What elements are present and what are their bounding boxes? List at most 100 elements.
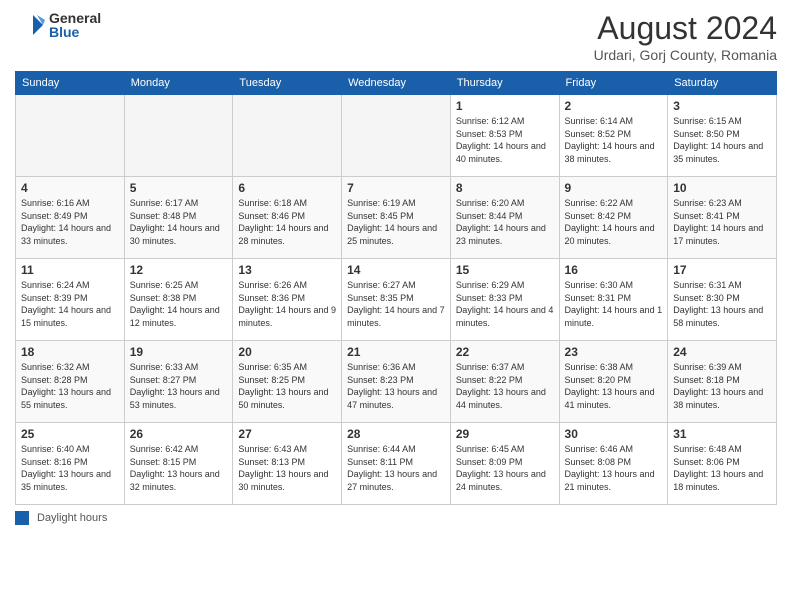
calendar-day-cell: 23 Sunrise: 6:38 AMSunset: 8:20 PMDayligh… xyxy=(559,341,668,423)
day-info: Sunrise: 6:16 AMSunset: 8:49 PMDaylight:… xyxy=(21,197,119,247)
day-info: Sunrise: 6:48 AMSunset: 8:06 PMDaylight:… xyxy=(673,443,771,493)
calendar-header-monday: Monday xyxy=(124,72,233,95)
day-info: Sunrise: 6:19 AMSunset: 8:45 PMDaylight:… xyxy=(347,197,445,247)
calendar-header-row: SundayMondayTuesdayWednesdayThursdayFrid… xyxy=(16,72,777,95)
day-info: Sunrise: 6:45 AMSunset: 8:09 PMDaylight:… xyxy=(456,443,554,493)
day-number: 13 xyxy=(238,263,336,277)
calendar-week-row: 11 Sunrise: 6:24 AMSunset: 8:39 PMDayligh… xyxy=(16,259,777,341)
day-number: 8 xyxy=(456,181,554,195)
calendar-day-cell: 12Sunrise: 6:25 AMSunset: 8:38 PMDayligh… xyxy=(124,259,233,341)
day-number: 25 xyxy=(21,427,119,441)
day-info: Sunrise: 6:33 AMSunset: 8:27 PMDaylight:… xyxy=(130,361,228,411)
day-number: 26 xyxy=(130,427,228,441)
legend-label: Daylight hours xyxy=(37,512,107,524)
calendar-header-thursday: Thursday xyxy=(450,72,559,95)
calendar-week-row: 18 Sunrise: 6:32 AMSunset: 8:28 PMDayligh… xyxy=(16,341,777,423)
calendar-week-row: 1 Sunrise: 6:12 AMSunset: 8:53 PMDaylight… xyxy=(16,95,777,177)
calendar-day-cell: 11 Sunrise: 6:24 AMSunset: 8:39 PMDayligh… xyxy=(16,259,125,341)
calendar-week-row: 4 Sunrise: 6:16 AMSunset: 8:49 PMDaylight… xyxy=(16,177,777,259)
day-number: 19 xyxy=(130,345,228,359)
day-info: Sunrise: 6:29 AMSunset: 8:33 PMDaylight:… xyxy=(456,279,554,329)
day-number: 24 xyxy=(673,345,771,359)
calendar-day-cell: 22 Sunrise: 6:37 AMSunset: 8:22 PMDayligh… xyxy=(450,341,559,423)
calendar-day-cell: 4 Sunrise: 6:16 AMSunset: 8:49 PMDaylight… xyxy=(16,177,125,259)
location: Urdari, Gorj County, Romania xyxy=(594,47,777,63)
calendar-header-tuesday: Tuesday xyxy=(233,72,342,95)
calendar-day-cell: 27 Sunrise: 6:43 AMSunset: 8:13 PMDayligh… xyxy=(233,423,342,505)
calendar-day-cell: 17Sunrise: 6:31 AMSunset: 8:30 PMDayligh… xyxy=(668,259,777,341)
logo-blue-text: Blue xyxy=(49,25,101,39)
calendar-day-cell: 24 Sunrise: 6:39 AMSunset: 8:18 PMDayligh… xyxy=(668,341,777,423)
calendar-header-sunday: Sunday xyxy=(16,72,125,95)
day-info: Sunrise: 6:12 AMSunset: 8:53 PMDaylight:… xyxy=(456,115,554,165)
day-info: Sunrise: 6:26 AMSunset: 8:36 PMDaylight:… xyxy=(238,279,336,329)
calendar-day-cell: 18 Sunrise: 6:32 AMSunset: 8:28 PMDayligh… xyxy=(16,341,125,423)
day-number: 12 xyxy=(130,263,228,277)
calendar-day-cell: 29Sunrise: 6:45 AMSunset: 8:09 PMDayligh… xyxy=(450,423,559,505)
day-number: 21 xyxy=(347,345,445,359)
day-number: 5 xyxy=(130,181,228,195)
day-number: 30 xyxy=(565,427,663,441)
calendar-day-cell: 26 Sunrise: 6:42 AMSunset: 8:15 PMDayligh… xyxy=(124,423,233,505)
day-info: Sunrise: 6:30 AMSunset: 8:31 PMDaylight:… xyxy=(565,279,663,329)
logo-icon xyxy=(15,10,45,40)
calendar-day-cell: 2Sunrise: 6:14 AMSunset: 8:52 PMDaylight… xyxy=(559,95,668,177)
day-info: Sunrise: 6:24 AMSunset: 8:39 PMDaylight:… xyxy=(21,279,119,329)
calendar-day-cell xyxy=(342,95,451,177)
calendar-header-saturday: Saturday xyxy=(668,72,777,95)
day-info: Sunrise: 6:37 AMSunset: 8:22 PMDaylight:… xyxy=(456,361,554,411)
day-number: 28 xyxy=(347,427,445,441)
day-number: 22 xyxy=(456,345,554,359)
footer: Daylight hours xyxy=(15,511,777,525)
calendar-day-cell xyxy=(16,95,125,177)
day-number: 4 xyxy=(21,181,119,195)
day-info: Sunrise: 6:32 AMSunset: 8:28 PMDaylight:… xyxy=(21,361,119,411)
day-number: 23 xyxy=(565,345,663,359)
day-info: Sunrise: 6:23 AMSunset: 8:41 PMDaylight:… xyxy=(673,197,771,247)
page-container: General Blue August 2024 Urdari, Gorj Co… xyxy=(0,0,792,612)
calendar-day-cell: 14Sunrise: 6:27 AMSunset: 8:35 PMDayligh… xyxy=(342,259,451,341)
calendar-day-cell: 31Sunrise: 6:48 AMSunset: 8:06 PMDayligh… xyxy=(668,423,777,505)
calendar-day-cell: 16Sunrise: 6:30 AMSunset: 8:31 PMDayligh… xyxy=(559,259,668,341)
day-info: Sunrise: 6:27 AMSunset: 8:35 PMDaylight:… xyxy=(347,279,445,329)
calendar-day-cell: 6Sunrise: 6:18 AMSunset: 8:46 PMDaylight… xyxy=(233,177,342,259)
calendar-day-cell xyxy=(124,95,233,177)
calendar-day-cell: 3Sunrise: 6:15 AMSunset: 8:50 PMDaylight… xyxy=(668,95,777,177)
day-info: Sunrise: 6:39 AMSunset: 8:18 PMDaylight:… xyxy=(673,361,771,411)
calendar-table: SundayMondayTuesdayWednesdayThursdayFrid… xyxy=(15,71,777,505)
calendar-day-cell: 7 Sunrise: 6:19 AMSunset: 8:45 PMDaylight… xyxy=(342,177,451,259)
day-info: Sunrise: 6:36 AMSunset: 8:23 PMDaylight:… xyxy=(347,361,445,411)
day-number: 11 xyxy=(21,263,119,277)
day-info: Sunrise: 6:43 AMSunset: 8:13 PMDaylight:… xyxy=(238,443,336,493)
day-info: Sunrise: 6:38 AMSunset: 8:20 PMDaylight:… xyxy=(565,361,663,411)
day-number: 2 xyxy=(565,99,663,113)
calendar-week-row: 25 Sunrise: 6:40 AMSunset: 8:16 PMDayligh… xyxy=(16,423,777,505)
day-number: 3 xyxy=(673,99,771,113)
calendar-day-cell: 20Sunrise: 6:35 AMSunset: 8:25 PMDayligh… xyxy=(233,341,342,423)
day-info: Sunrise: 6:40 AMSunset: 8:16 PMDaylight:… xyxy=(21,443,119,493)
day-number: 7 xyxy=(347,181,445,195)
calendar-day-cell: 21 Sunrise: 6:36 AMSunset: 8:23 PMDayligh… xyxy=(342,341,451,423)
day-number: 27 xyxy=(238,427,336,441)
logo: General Blue xyxy=(15,10,101,40)
day-info: Sunrise: 6:46 AMSunset: 8:08 PMDaylight:… xyxy=(565,443,663,493)
calendar-day-cell: 5 Sunrise: 6:17 AMSunset: 8:48 PMDaylight… xyxy=(124,177,233,259)
calendar-day-cell: 15 Sunrise: 6:29 AMSunset: 8:33 PMDayligh… xyxy=(450,259,559,341)
day-info: Sunrise: 6:42 AMSunset: 8:15 PMDaylight:… xyxy=(130,443,228,493)
day-info: Sunrise: 6:20 AMSunset: 8:44 PMDaylight:… xyxy=(456,197,554,247)
day-number: 15 xyxy=(456,263,554,277)
calendar-day-cell: 25 Sunrise: 6:40 AMSunset: 8:16 PMDayligh… xyxy=(16,423,125,505)
day-number: 1 xyxy=(456,99,554,113)
day-number: 6 xyxy=(238,181,336,195)
logo-general-text: General xyxy=(49,11,101,25)
day-info: Sunrise: 6:31 AMSunset: 8:30 PMDaylight:… xyxy=(673,279,771,329)
title-block: August 2024 Urdari, Gorj County, Romania xyxy=(594,10,777,63)
day-info: Sunrise: 6:17 AMSunset: 8:48 PMDaylight:… xyxy=(130,197,228,247)
day-number: 9 xyxy=(565,181,663,195)
day-number: 18 xyxy=(21,345,119,359)
calendar-day-cell: 9Sunrise: 6:22 AMSunset: 8:42 PMDaylight… xyxy=(559,177,668,259)
calendar-day-cell: 19 Sunrise: 6:33 AMSunset: 8:27 PMDayligh… xyxy=(124,341,233,423)
month-title: August 2024 xyxy=(594,10,777,47)
calendar-day-cell: 10Sunrise: 6:23 AMSunset: 8:41 PMDayligh… xyxy=(668,177,777,259)
calendar-day-cell xyxy=(233,95,342,177)
